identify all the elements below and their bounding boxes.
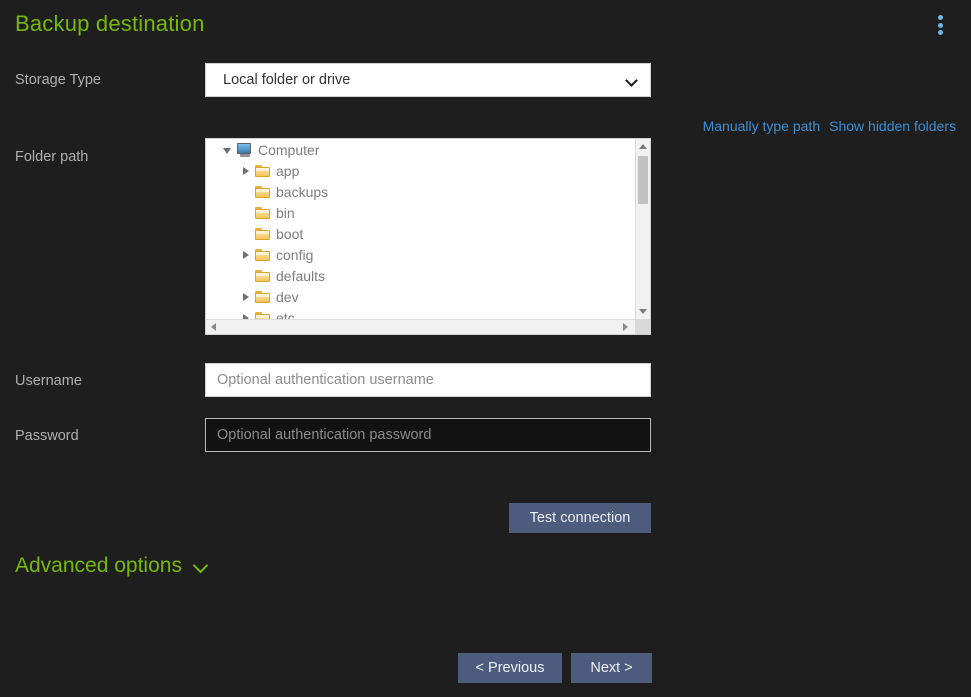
- kebab-menu-icon[interactable]: [930, 13, 950, 37]
- folder-tree-panel[interactable]: Computer app backups bin boot config defaults d…: [205, 138, 651, 335]
- folder-icon: [255, 206, 271, 220]
- tree-expand-icon[interactable]: [241, 166, 251, 176]
- kebab-dot: [937, 15, 943, 20]
- vertical-scroll-thumb[interactable]: [638, 156, 648, 204]
- tree-expand-icon[interactable]: [241, 250, 251, 260]
- advanced-options-toggle[interactable]: Advanced options: [15, 554, 209, 578]
- scroll-right-icon[interactable]: [623, 323, 628, 331]
- tree-node[interactable]: defaults: [206, 265, 635, 286]
- chevron-down-icon: [627, 75, 638, 86]
- tree-node-label: boot: [276, 225, 304, 242]
- folder-icon: [255, 227, 271, 241]
- username-input[interactable]: [205, 363, 651, 397]
- tree-node[interactable]: Computer: [206, 139, 635, 160]
- tree-node[interactable]: backups: [206, 181, 635, 202]
- tree-node-label: config: [276, 246, 314, 263]
- storage-type-label: Storage Type: [15, 72, 101, 88]
- scrollbar-corner: [635, 319, 650, 334]
- chevron-down-icon: [193, 558, 209, 574]
- tree-collapse-icon[interactable]: [223, 145, 233, 155]
- scroll-up-icon[interactable]: [639, 144, 647, 149]
- tree-node-label: Computer: [258, 141, 320, 158]
- advanced-options-label: Advanced options: [15, 554, 182, 577]
- tree-node-label: dev: [276, 288, 299, 305]
- tree-node[interactable]: bin: [206, 202, 635, 223]
- tree-node[interactable]: boot: [206, 223, 635, 244]
- storage-type-value: Local folder or drive: [223, 72, 351, 88]
- tree-twisty-spacer: [241, 229, 251, 239]
- tree-expand-icon[interactable]: [241, 292, 251, 302]
- tree-node-label: defaults: [276, 267, 326, 284]
- test-connection-button[interactable]: Test connection: [509, 503, 651, 533]
- next-button[interactable]: Next >: [571, 653, 652, 683]
- tree-node-label: backups: [276, 183, 329, 200]
- folder-icon: [255, 290, 271, 304]
- page-header: Backup destination: [0, 0, 971, 48]
- show-hidden-folders-link[interactable]: Show hidden folders: [829, 118, 956, 134]
- kebab-dot: [937, 22, 943, 28]
- folder-icon: [255, 311, 271, 319]
- tree-twisty-spacer: [241, 208, 251, 218]
- tree-node[interactable]: dev: [206, 286, 635, 307]
- scroll-down-icon[interactable]: [639, 309, 647, 314]
- folder-path-label: Folder path: [15, 149, 89, 165]
- folder-tree-list: Computer app backups bin boot config defaults d…: [206, 139, 635, 319]
- computer-icon: [237, 142, 253, 157]
- folder-icon: [255, 164, 271, 178]
- tree-node[interactable]: config: [206, 244, 635, 265]
- tree-twisty-spacer: [241, 271, 251, 281]
- manually-type-path-link[interactable]: Manually type path: [703, 118, 821, 134]
- folder-icon: [255, 248, 271, 262]
- tree-links: Manually type path Show hidden folders: [703, 118, 956, 134]
- tree-node-label: etc: [276, 309, 295, 320]
- scroll-left-icon[interactable]: [211, 323, 216, 331]
- previous-button[interactable]: < Previous: [458, 653, 562, 683]
- password-label: Password: [15, 428, 79, 444]
- tree-node[interactable]: app: [206, 160, 635, 181]
- tree-horizontal-scrollbar[interactable]: [206, 319, 650, 334]
- password-input[interactable]: [205, 418, 651, 452]
- kebab-dot: [937, 30, 943, 35]
- tree-vertical-scrollbar[interactable]: [635, 139, 650, 319]
- tree-twisty-spacer: [241, 187, 251, 197]
- page-title: Backup destination: [15, 11, 205, 36]
- tree-node[interactable]: etc: [206, 307, 635, 319]
- username-label: Username: [15, 373, 82, 389]
- storage-type-select[interactable]: Local folder or drive: [205, 63, 651, 97]
- folder-icon: [255, 185, 271, 199]
- folder-icon: [255, 269, 271, 283]
- tree-node-label: app: [276, 162, 300, 179]
- tree-node-label: bin: [276, 204, 295, 221]
